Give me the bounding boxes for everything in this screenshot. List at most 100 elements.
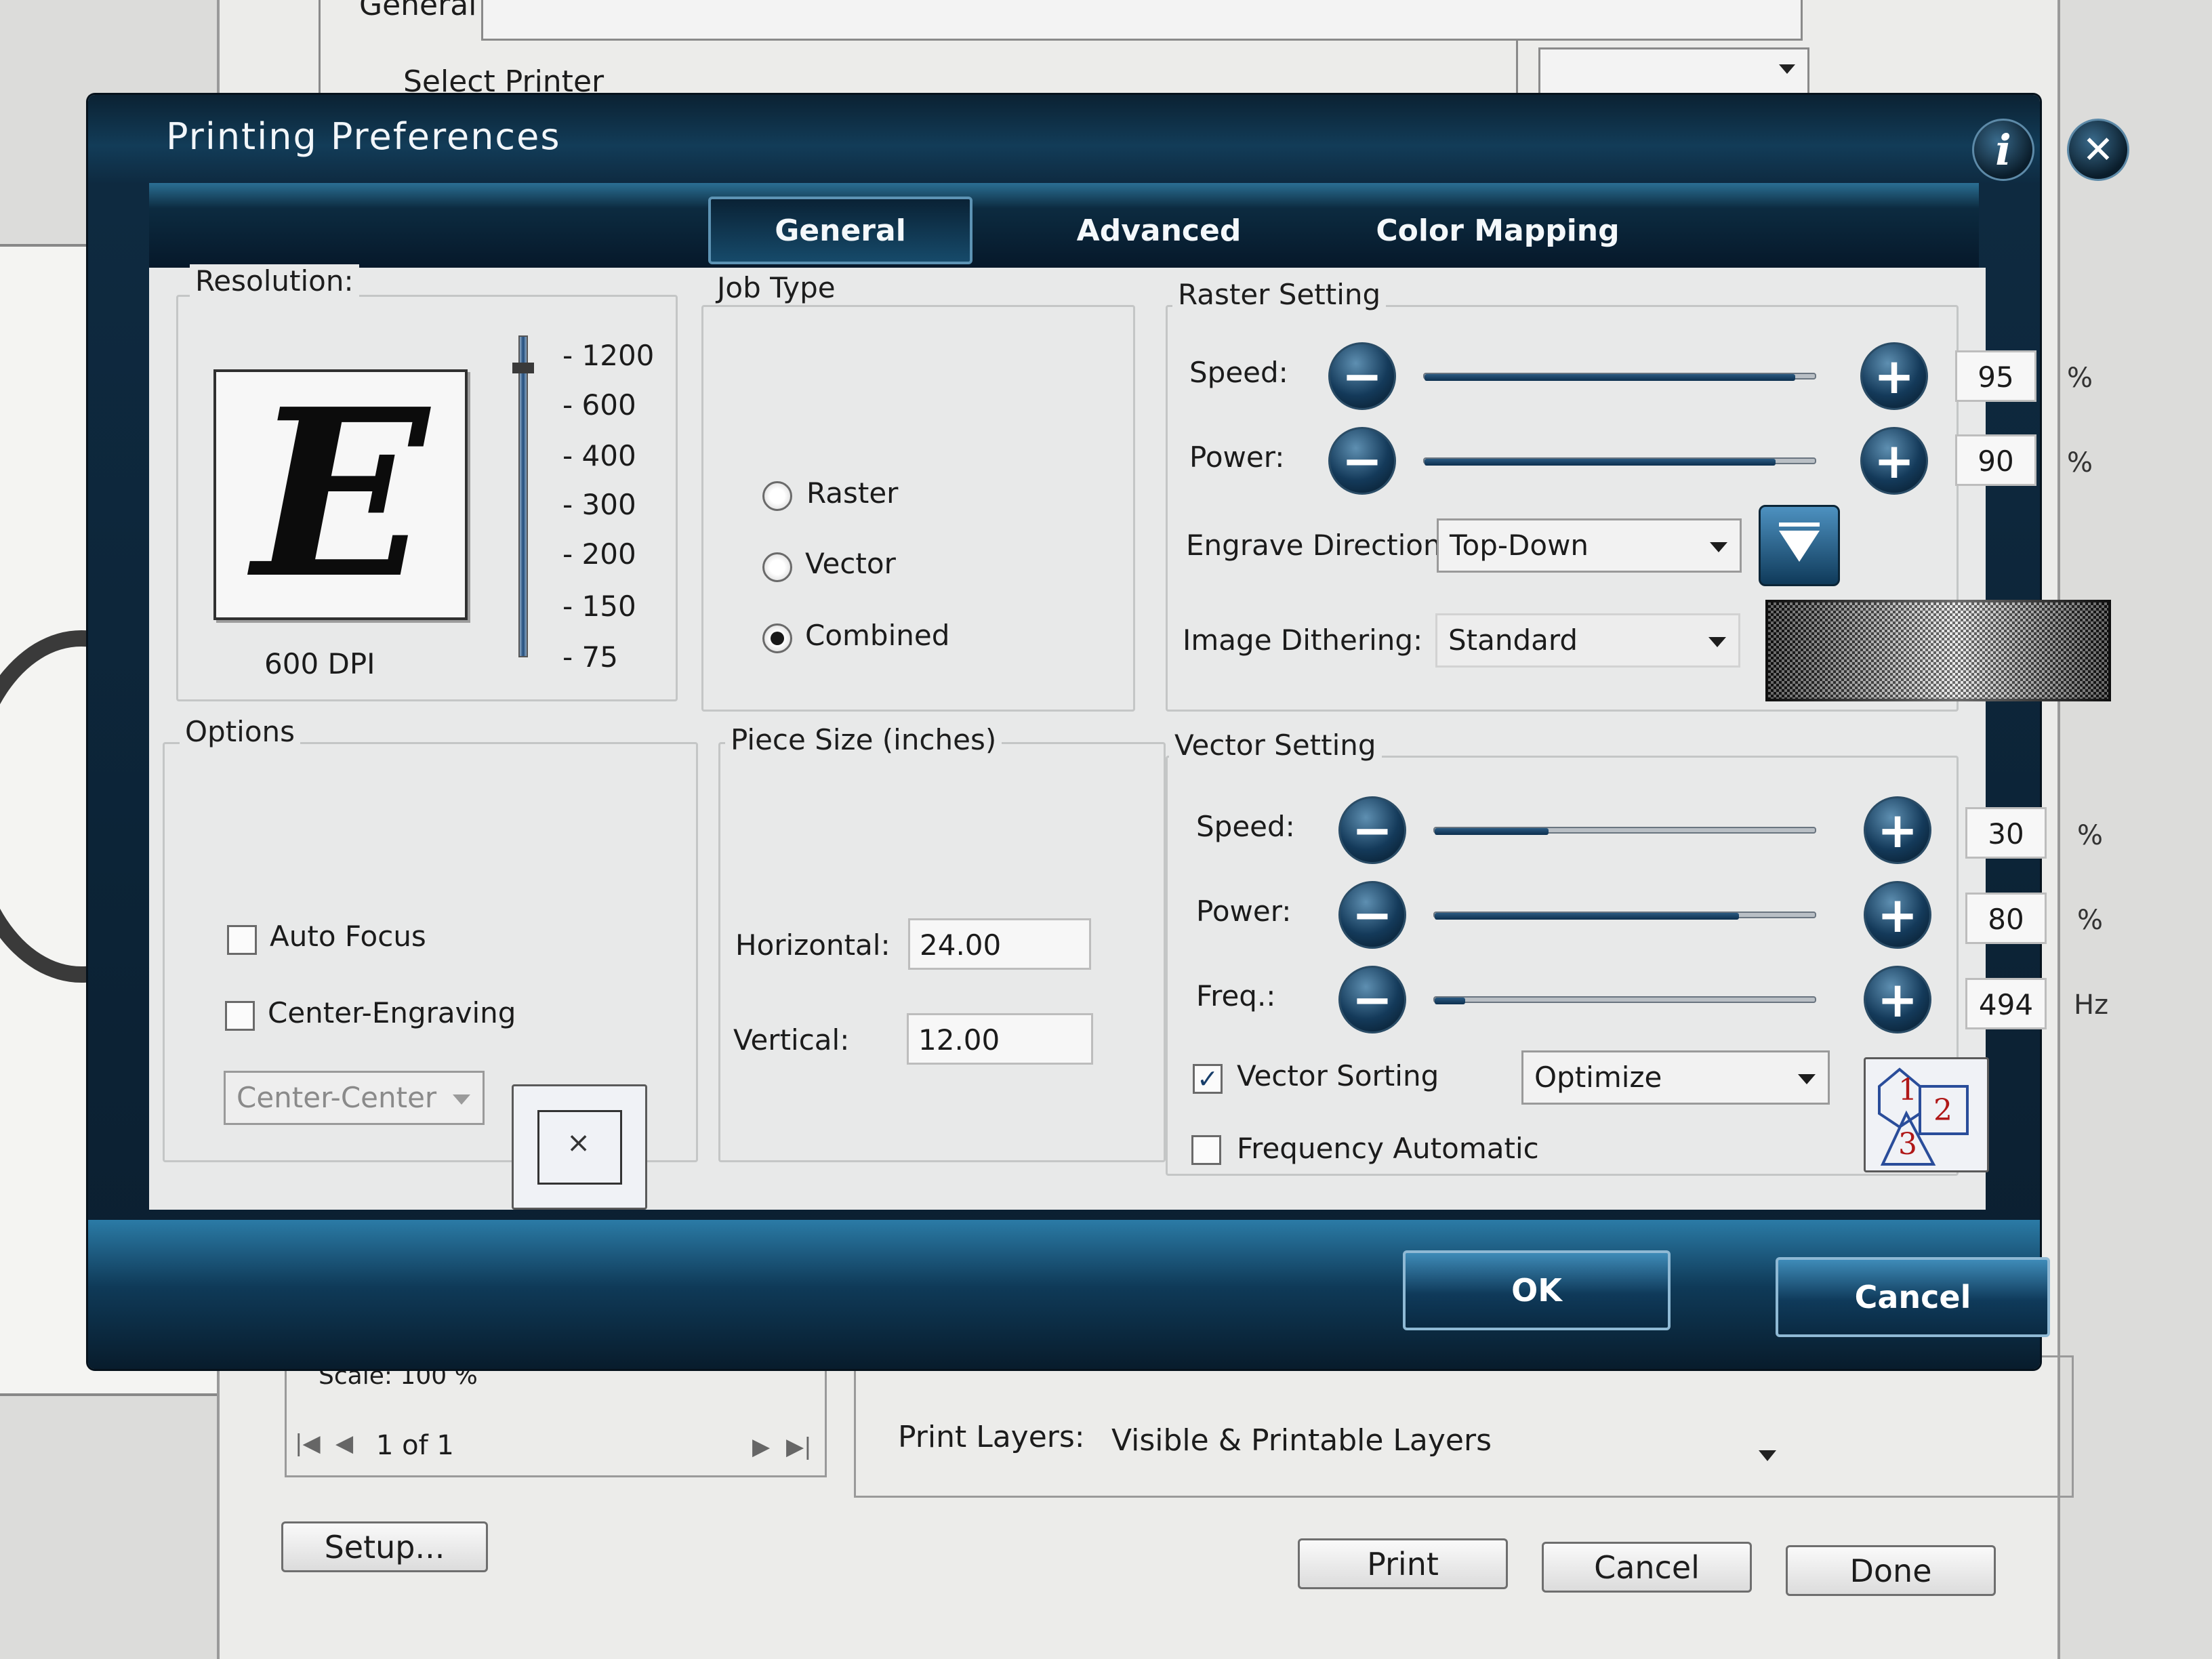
plus-icon: + <box>1877 802 1919 859</box>
raster-power-input[interactable]: 90 <box>1955 434 2036 486</box>
options-label: Options <box>180 715 301 748</box>
resolution-preview: E <box>213 369 468 620</box>
vector-freq-input[interactable]: 494 <box>1965 978 2047 1029</box>
vector-speed-minus-button[interactable]: − <box>1338 796 1406 864</box>
vector-freq-unit: Hz <box>2074 989 2109 1021</box>
vector-power-input[interactable]: 80 <box>1965 893 2047 944</box>
radio-vector-label[interactable]: Vector <box>805 547 896 580</box>
chevron-down-icon <box>1708 637 1726 647</box>
image-dithering-select[interactable]: Standard <box>1435 613 1740 668</box>
raster-speed-slider[interactable] <box>1423 373 1816 381</box>
raster-setting-label: Raster Setting <box>1172 278 1387 311</box>
horizontal-input[interactable]: 24.00 <box>908 918 1091 970</box>
next-page-icon[interactable]: ▶ <box>752 1433 770 1460</box>
engrave-direction-icon <box>1759 505 1840 586</box>
chevron-down-icon <box>453 1094 470 1105</box>
tab-general[interactable]: General <box>708 197 972 264</box>
resolution-slider[interactable] <box>518 335 528 657</box>
resolution-slider-thumb[interactable] <box>512 363 534 373</box>
raster-power-label: Power: <box>1189 441 1285 474</box>
vector-sorting-checkbox[interactable]: ✓ <box>1193 1064 1223 1094</box>
resolution-label: Resolution: <box>190 264 359 298</box>
resolution-current-dpi: 600 DPI <box>264 647 375 680</box>
vector-sorting-label[interactable]: Vector Sorting <box>1237 1059 1439 1092</box>
chevron-down-icon <box>1779 64 1795 74</box>
raster-power-minus-button[interactable]: − <box>1328 427 1396 495</box>
raster-speed-label: Speed: <box>1189 356 1288 389</box>
raster-speed-fill <box>1425 374 1796 381</box>
vertical-label: Vertical: <box>733 1023 850 1057</box>
raster-speed-input[interactable]: 95 <box>1955 350 2036 402</box>
center-cross-icon: × <box>567 1126 591 1159</box>
resolution-tick: - 1200 <box>562 339 655 372</box>
radio-raster-label[interactable]: Raster <box>806 476 898 510</box>
minus-icon: − <box>1341 432 1383 489</box>
vector-speed-input[interactable]: 30 <box>1965 807 2047 859</box>
center-engraving-label[interactable]: Center-Engraving <box>268 996 516 1029</box>
vector-sorting-select[interactable]: Optimize <box>1521 1050 1830 1105</box>
vector-power-slider[interactable] <box>1433 912 1816 920</box>
raster-power-plus-button[interactable]: + <box>1860 427 1928 495</box>
radio-raster[interactable] <box>762 481 792 511</box>
dithering-preview <box>1765 600 2111 701</box>
raster-speed-minus-button[interactable]: − <box>1328 342 1396 410</box>
radio-vector[interactable] <box>762 552 792 582</box>
chevron-down-icon[interactable] <box>1759 1450 1776 1461</box>
raster-speed-plus-button[interactable]: + <box>1860 342 1928 410</box>
sort-order-shapes-icon <box>1878 1067 1969 1166</box>
chevron-down-icon <box>1710 542 1727 552</box>
frequency-automatic-checkbox[interactable] <box>1191 1135 1221 1165</box>
vector-freq-slider[interactable] <box>1433 996 1816 1004</box>
first-page-icon[interactable]: |◀ <box>295 1430 321 1457</box>
radio-combined[interactable] <box>762 623 792 653</box>
background-print-button[interactable]: Print <box>1298 1538 1508 1589</box>
last-page-icon[interactable]: ▶| <box>786 1433 812 1460</box>
vector-power-minus-button[interactable]: − <box>1338 881 1406 949</box>
raster-power-unit: % <box>2067 447 2093 478</box>
resolution-tick: - 150 <box>562 590 636 623</box>
tab-advanced[interactable]: Advanced <box>1023 197 1294 264</box>
chevron-down-icon <box>1798 1074 1816 1084</box>
resolution-tick: - 400 <box>562 439 636 472</box>
background-print-layers-value[interactable]: Visible & Printable Layers <box>1111 1423 1492 1458</box>
center-engraving-checkbox[interactable] <box>225 1001 255 1031</box>
frequency-automatic-label[interactable]: Frequency Automatic <box>1237 1132 1539 1165</box>
minus-icon: − <box>1341 348 1383 405</box>
cancel-button[interactable]: Cancel <box>1776 1257 2050 1337</box>
raster-power-slider[interactable] <box>1423 457 1816 466</box>
vector-power-unit: % <box>2077 905 2104 936</box>
vertical-input[interactable]: 12.00 <box>907 1013 1093 1065</box>
sort-number-three: 3 <box>1898 1127 1917 1162</box>
center-position-icon[interactable]: × <box>512 1084 647 1210</box>
vector-freq-minus-button[interactable]: − <box>1338 966 1406 1033</box>
arrow-down-icon <box>1779 523 1820 562</box>
auto-focus-label[interactable]: Auto Focus <box>270 920 426 953</box>
vector-speed-slider[interactable] <box>1433 827 1816 835</box>
background-cancel-button[interactable]: Cancel <box>1542 1542 1752 1593</box>
close-icon[interactable]: ✕ <box>2067 119 2129 181</box>
vector-freq-plus-button[interactable]: + <box>1864 966 1931 1033</box>
vector-power-plus-button[interactable]: + <box>1864 881 1931 949</box>
piece-size-label: Piece Size (inches) <box>725 723 1002 756</box>
tab-color-mapping[interactable]: Color Mapping <box>1308 197 1687 264</box>
radio-combined-label[interactable]: Combined <box>805 619 949 652</box>
printing-preferences-dialog: Printing Preferences i ✕ General Advance… <box>88 95 2129 1369</box>
resolution-tick: - 200 <box>562 537 636 571</box>
engrave-direction-select[interactable]: Top-Down <box>1437 518 1742 573</box>
center-position-value: Center-Center <box>237 1081 437 1114</box>
ok-button[interactable]: OK <box>1403 1250 1671 1330</box>
auto-focus-checkbox[interactable] <box>227 925 257 955</box>
sort-number-one: 1 <box>1898 1073 1917 1107</box>
background-general-combo[interactable] <box>481 0 1803 41</box>
vector-freq-fill <box>1435 998 1465 1004</box>
plus-icon: + <box>1873 348 1915 405</box>
prev-page-icon[interactable]: ◀ <box>335 1430 353 1457</box>
center-position-select[interactable]: Center-Center <box>224 1071 485 1125</box>
background-done-button[interactable]: Done <box>1786 1545 1996 1596</box>
background-printer-combo[interactable] <box>1538 47 1809 95</box>
vector-speed-label: Speed: <box>1196 810 1295 843</box>
info-icon[interactable]: i <box>1972 119 2034 181</box>
setup-button[interactable]: Setup... <box>281 1521 488 1572</box>
vector-speed-plus-button[interactable]: + <box>1864 796 1931 864</box>
vector-speed-unit: % <box>2077 820 2104 851</box>
